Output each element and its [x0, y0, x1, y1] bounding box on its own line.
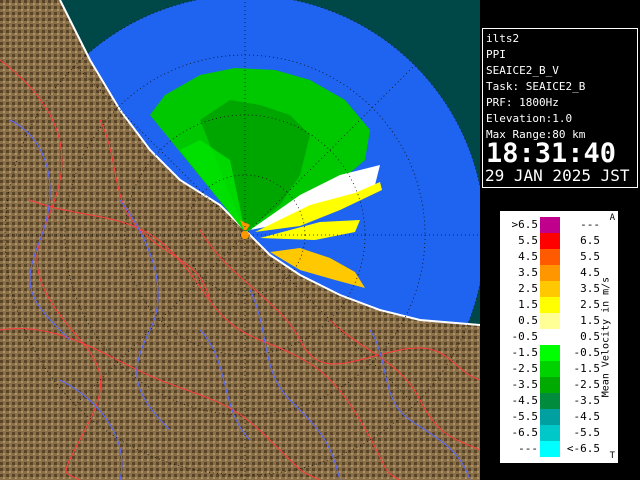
legend-swatch	[540, 393, 560, 409]
legend-low-value: -1.5	[511, 346, 539, 359]
task-name: Task: SEAICE2_B	[486, 80, 586, 93]
scan-date: 29 JAN 2025 JST	[485, 166, 630, 185]
legend-low-value: -2.5	[511, 362, 539, 375]
legend-swatch	[540, 377, 560, 393]
legend-high-value: 0.5	[580, 330, 600, 343]
legend-low-value: 4.5	[518, 250, 538, 263]
legend-high-value: -2.5	[573, 378, 601, 391]
legend-high-value: -0.5	[573, 346, 601, 359]
legend-title: Mean Velocity in m/s	[600, 276, 612, 398]
legend-bottom-mark: T	[609, 451, 615, 461]
scan-time: 18:31:40	[486, 138, 617, 169]
legend-swatch	[540, 441, 560, 457]
radar-site-marker	[241, 231, 249, 239]
legend-swatch	[540, 313, 560, 329]
legend-low-value: -4.5	[511, 394, 539, 407]
legend-high-value: 2.5	[580, 298, 600, 311]
legend-swatch	[540, 281, 560, 297]
legend-swatch	[540, 265, 560, 281]
legend-swatch	[540, 249, 560, 265]
legend-swatch	[540, 425, 560, 441]
legend-swatch	[540, 409, 560, 425]
legend-swatch	[540, 361, 560, 377]
velocity-legend: >6.5 --- 5.5 6.5 4.5 5.5 3.5 4.5 2.5 3.5 1.5 2.5 0.5…	[499, 210, 619, 464]
legend-swatch	[540, 217, 560, 233]
legend-swatch	[540, 233, 560, 249]
legend-low-value: ---	[518, 442, 538, 455]
legend-high-value: <-6.5	[566, 442, 600, 455]
legend-low-value: 2.5	[518, 282, 538, 295]
legend-high-value: 3.5	[580, 282, 600, 295]
legend-high-value: -3.5	[573, 394, 601, 407]
legend-swatch	[540, 297, 560, 313]
legend-high-value: 4.5	[580, 266, 600, 279]
radar-ppi-map	[0, 0, 480, 480]
legend-high-value: 1.5	[580, 314, 600, 327]
legend-low-value: 1.5	[518, 298, 538, 311]
legend-high-value: -5.5	[573, 426, 601, 439]
legend-title-box: Mean Velocity in m/s	[596, 211, 616, 463]
legend-high-value: ---	[580, 218, 600, 231]
legend-low-value: -3.5	[511, 378, 539, 391]
legend-low-value: -0.5	[511, 330, 539, 343]
legend-high-value: -4.5	[573, 410, 601, 423]
legend-low-value: >6.5	[511, 218, 539, 231]
legend-swatch	[540, 345, 560, 361]
legend-high-value: 5.5	[580, 250, 600, 263]
legend-low-value: 3.5	[518, 266, 538, 279]
legend-low-value: 5.5	[518, 234, 538, 247]
legend-swatch	[540, 329, 560, 345]
legend-low-value: -6.5	[511, 426, 539, 439]
product-type: PPI	[486, 48, 506, 61]
elevation-value: Elevation:1.0	[486, 112, 573, 125]
site-name: ilts2	[486, 32, 520, 45]
legend-high-value: 6.5	[580, 234, 600, 247]
prf-value: PRF: 1800Hz	[486, 96, 559, 109]
info-panel: ilts2 PPI SEAICE2_B_V Task: SEAICE2_B PR…	[482, 28, 638, 188]
volume-name: SEAICE2_B_V	[486, 64, 559, 77]
legend-low-value: -5.5	[511, 410, 539, 423]
legend-low-value: 0.5	[518, 314, 538, 327]
legend-high-value: -1.5	[573, 362, 601, 375]
